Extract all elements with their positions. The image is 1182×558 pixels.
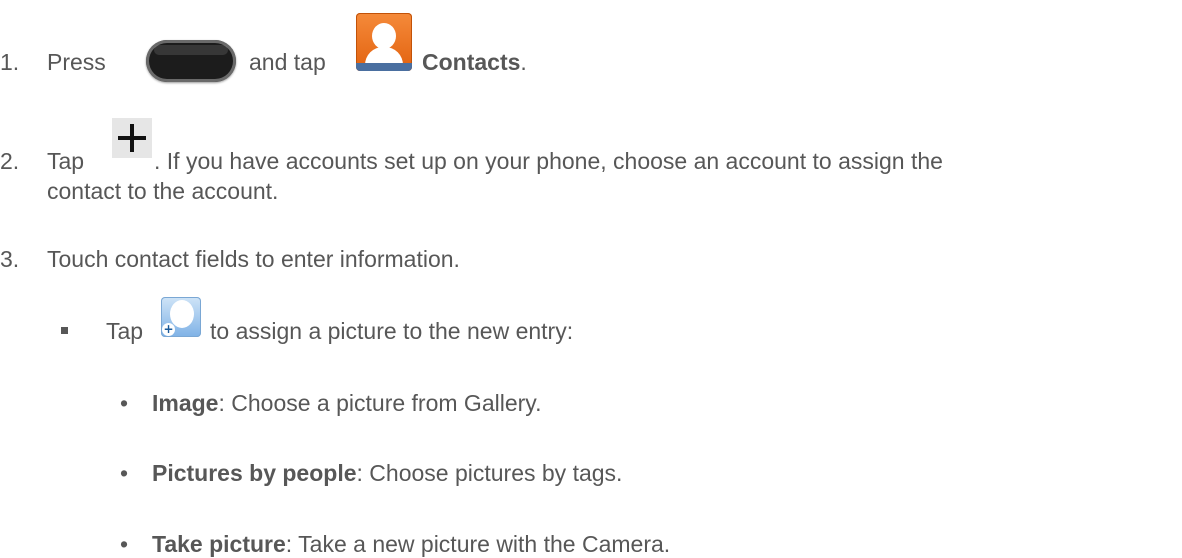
- add-picture-icon: +: [161, 297, 201, 337]
- step-1-contacts: Contacts.: [422, 48, 527, 76]
- step-2-text-tap: Tap: [47, 148, 85, 174]
- option-image: Image: Choose a picture from Gallery.: [152, 389, 541, 417]
- round-bullet-icon: •: [120, 531, 129, 557]
- round-bullet-icon: •: [120, 460, 129, 486]
- square-bullet-icon: [61, 327, 68, 334]
- option-pictures-by-people: Pictures by people: Choose pictures by t…: [152, 459, 622, 487]
- contacts-app-icon: [356, 13, 412, 71]
- step-number: 3.: [0, 246, 20, 272]
- substep-text-tap: Tap: [106, 318, 144, 344]
- option-take-picture: Take picture: Take a new picture with th…: [152, 530, 670, 558]
- contacts-label: Contacts: [422, 49, 521, 75]
- home-key-icon: [146, 40, 236, 82]
- step-2-text-line2: contact to the account.: [47, 178, 279, 204]
- step-2-text-line1: . If you have accounts set up on your ph…: [154, 148, 943, 174]
- option-desc: : Choose pictures by tags.: [356, 460, 623, 486]
- option-label: Pictures by people: [152, 460, 357, 486]
- step-1-text-press: Press: [47, 49, 106, 75]
- step-number: 1.: [0, 49, 20, 75]
- step-1-text-and-tap: and tap: [249, 49, 326, 75]
- step-1-period: .: [520, 49, 527, 75]
- step-3: 3.: [0, 245, 19, 273]
- option-desc: : Choose a picture from Gallery.: [218, 390, 542, 416]
- round-bullet-icon: •: [120, 390, 129, 416]
- option-label: Take picture: [152, 531, 286, 557]
- step-2: 2.: [0, 147, 19, 175]
- plus-icon: [112, 118, 152, 158]
- option-desc: : Take a new picture with the Camera.: [285, 531, 671, 557]
- step-number: 2.: [0, 148, 20, 174]
- step-3-text: Touch contact fields to enter informatio…: [47, 246, 460, 272]
- substep-text-rest: to assign a picture to the new entry:: [210, 318, 574, 344]
- step-1: 1.: [0, 48, 19, 76]
- option-label: Image: [152, 390, 219, 416]
